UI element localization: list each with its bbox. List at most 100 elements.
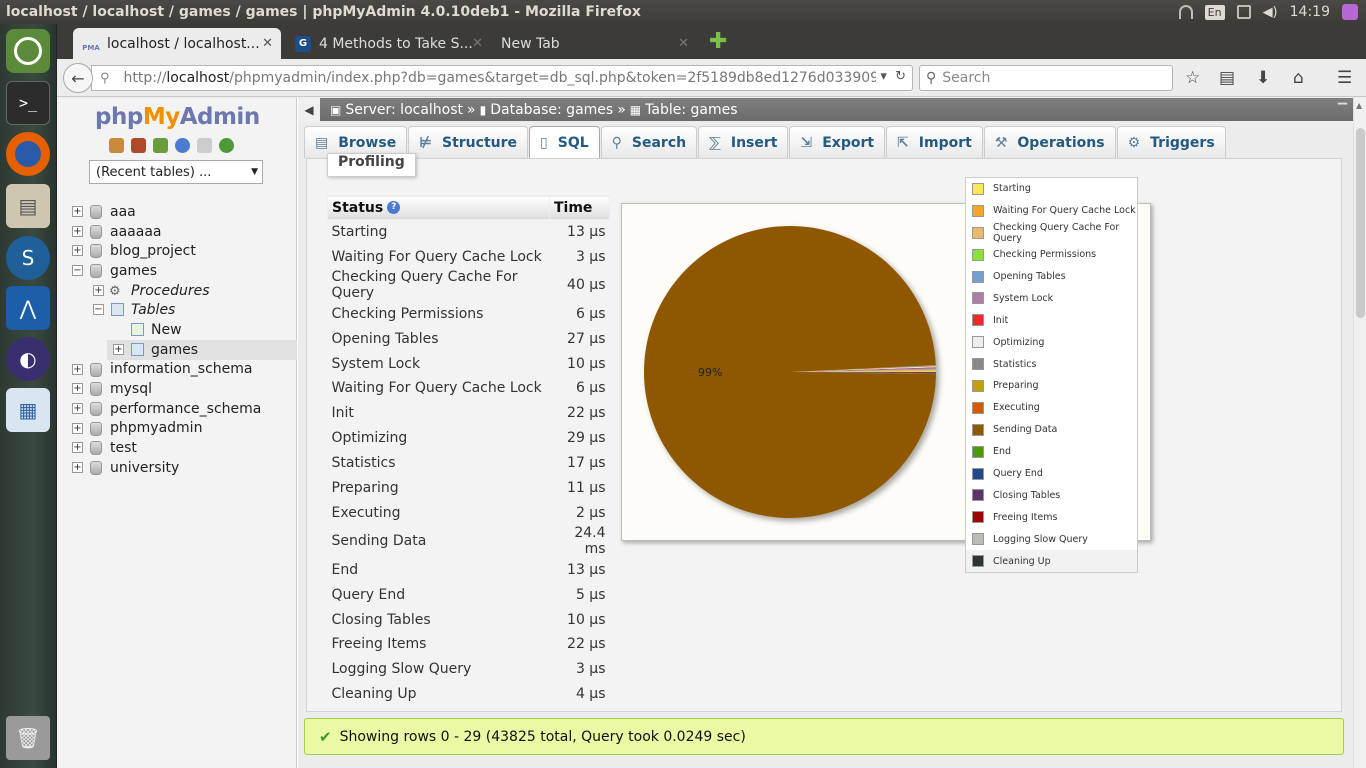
search-bar[interactable]: ⚲ Search	[919, 65, 1173, 91]
downloads-icon[interactable]: ⬇	[1256, 68, 1270, 88]
expand-icon[interactable]: +	[72, 206, 83, 217]
tree-item-db[interactable]: + blog_project	[57, 241, 297, 261]
close-tab-icon[interactable]: ✕	[678, 36, 689, 51]
tab-triggers[interactable]: ⚙ Triggers	[1116, 126, 1226, 158]
tree-item-db[interactable]: + aaa	[57, 202, 297, 222]
expand-icon[interactable]: +	[72, 442, 83, 454]
bookmark-star-icon[interactable]: ☆	[1185, 68, 1200, 88]
keyboard-layout-indicator[interactable]: En	[1204, 4, 1225, 20]
expand-icon[interactable]: +	[72, 225, 83, 237]
legend-item[interactable]: Checking Permissions	[966, 244, 1137, 266]
page-scrollbar[interactable]: ▲	[1353, 98, 1366, 768]
home-icon[interactable]: ⌂	[1293, 68, 1304, 88]
tree-item-db[interactable]: + phpmyadmin	[57, 419, 297, 439]
legend-item[interactable]: System Lock	[966, 287, 1137, 309]
tree-item-new-table[interactable]: New	[57, 320, 297, 340]
browser-tab-phpmyadmin[interactable]: PMA localhost / localhost... ✕	[73, 28, 281, 59]
legend-item[interactable]: Closing Tables	[966, 484, 1137, 506]
legend-item[interactable]: Checking Query Cache For Query	[966, 222, 1137, 244]
eclipse-icon[interactable]: ◐	[6, 337, 50, 381]
legend-item[interactable]: Preparing	[966, 375, 1137, 397]
app-icon-blue[interactable]: S	[6, 236, 50, 280]
tree-item-db[interactable]: + university	[57, 458, 297, 478]
help-icon[interactable]	[175, 138, 190, 153]
reload-navigation-icon[interactable]	[219, 138, 234, 153]
documentation-icon[interactable]	[197, 138, 212, 153]
collapse-nav-arrow-icon[interactable]: ◀	[298, 98, 320, 121]
tree-item-table-games[interactable]: + games	[107, 339, 297, 360]
trash-icon[interactable]: 🗑	[6, 716, 50, 760]
query-window-icon[interactable]	[153, 138, 168, 153]
legend-item[interactable]: Statistics	[966, 353, 1137, 375]
collapse-icon[interactable]: −	[93, 304, 104, 316]
tab-operations[interactable]: ⚒ Operations	[983, 126, 1116, 158]
clock[interactable]: 14:19	[1290, 4, 1330, 20]
tab-insert[interactable]: ⅀ Insert	[698, 126, 789, 158]
tree-item-db[interactable]: + test	[57, 438, 297, 458]
collapse-top-menu-icon[interactable]: ▔	[1338, 103, 1347, 117]
browser-tab-newtab[interactable]: New Tab ✕	[491, 28, 697, 59]
column-header-time[interactable]: Time	[549, 195, 610, 220]
document-viewer-icon[interactable]: ▦	[6, 388, 50, 432]
site-identity-icon[interactable]: ⚲	[100, 71, 110, 86]
recent-tables-select[interactable]: (Recent tables) ... ▼	[89, 160, 263, 184]
ubuntu-dash-icon[interactable]	[6, 29, 50, 73]
reload-icon[interactable]: ▾ ↻	[876, 69, 906, 84]
tree-item-db-games[interactable]: − games	[57, 261, 297, 281]
close-tab-icon[interactable]: ✕	[262, 36, 273, 51]
breadcrumb-server[interactable]: Server: localhost	[345, 102, 463, 118]
breadcrumb-database[interactable]: Database: games	[490, 102, 613, 118]
expand-icon[interactable]: +	[72, 461, 83, 473]
tab-import[interactable]: ⇱ Import	[886, 126, 983, 158]
legend-item[interactable]: Waiting For Query Cache Lock	[966, 200, 1137, 222]
new-tab-plus-icon[interactable]: ✚	[709, 31, 727, 53]
legend-item[interactable]: Optimizing	[966, 331, 1137, 353]
tab-search[interactable]: ⚲ Search	[600, 126, 698, 158]
home-icon[interactable]	[109, 138, 124, 153]
browser-tab-methods[interactable]: G 4 Methods to Take S... ✕	[285, 28, 491, 59]
close-tab-icon[interactable]: ✕	[472, 36, 483, 51]
expand-icon[interactable]: +	[113, 343, 124, 355]
expand-icon[interactable]: +	[93, 284, 104, 296]
file-manager-icon[interactable]: ▤	[6, 184, 50, 228]
legend-item[interactable]: Query End	[966, 463, 1137, 485]
tree-item-db[interactable]: + aaaaaa	[57, 222, 297, 242]
collapse-icon[interactable]: −	[72, 265, 83, 277]
tree-item-db[interactable]: + performance_schema	[57, 399, 297, 419]
tab-export[interactable]: ⇲ Export	[789, 126, 886, 158]
breadcrumb-table[interactable]: Table: games	[645, 102, 737, 118]
expand-icon[interactable]: +	[72, 422, 83, 434]
legend-item[interactable]: Logging Slow Query	[966, 528, 1137, 550]
expand-icon[interactable]: +	[72, 363, 83, 375]
expand-icon[interactable]: +	[72, 383, 83, 395]
legend-item[interactable]: Freeing Items	[966, 506, 1137, 528]
help-icon[interactable]: ?	[387, 201, 401, 214]
wireshark-icon[interactable]: ⋀	[6, 286, 50, 330]
volume-icon[interactable]: ◀)	[1263, 5, 1278, 20]
legend-item[interactable]: Executing	[966, 397, 1137, 419]
terminal-icon[interactable]: >_	[6, 81, 50, 125]
url-bar[interactable]: ⚲ http://localhost/phpmyadmin/index.php?…	[91, 65, 913, 91]
scroll-up-icon[interactable]: ▲	[1356, 101, 1362, 110]
reading-list-icon[interactable]: ▤	[1219, 68, 1235, 88]
tab-structure[interactable]: ⊭ Structure	[408, 126, 529, 158]
wifi-icon[interactable]	[1178, 5, 1193, 19]
legend-item[interactable]: End	[966, 441, 1137, 463]
column-header-status[interactable]: Status?	[327, 195, 550, 220]
tab-sql[interactable]: ▯ SQL	[529, 126, 600, 158]
tree-item-db[interactable]: + information_schema	[57, 360, 297, 380]
legend-item[interactable]: Opening Tables	[966, 266, 1137, 288]
scrollbar-thumb[interactable]	[1356, 128, 1365, 318]
legend-item[interactable]: Init	[966, 309, 1137, 331]
legend-item[interactable]: Starting	[966, 178, 1137, 200]
expand-icon[interactable]: +	[72, 245, 83, 257]
power-icon[interactable]	[1342, 4, 1358, 20]
expand-icon[interactable]: +	[72, 402, 83, 414]
legend-item[interactable]: Sending Data	[966, 419, 1137, 441]
firefox-icon[interactable]	[6, 132, 50, 176]
clipboard-icon[interactable]	[1236, 5, 1251, 19]
phpmyadmin-logo[interactable]: phpMyAdmin	[95, 104, 260, 130]
tree-item-tables[interactable]: − Tables	[57, 300, 297, 320]
tree-item-procedures[interactable]: + ⚙ Procedures	[57, 281, 297, 301]
logout-icon[interactable]	[131, 138, 146, 153]
